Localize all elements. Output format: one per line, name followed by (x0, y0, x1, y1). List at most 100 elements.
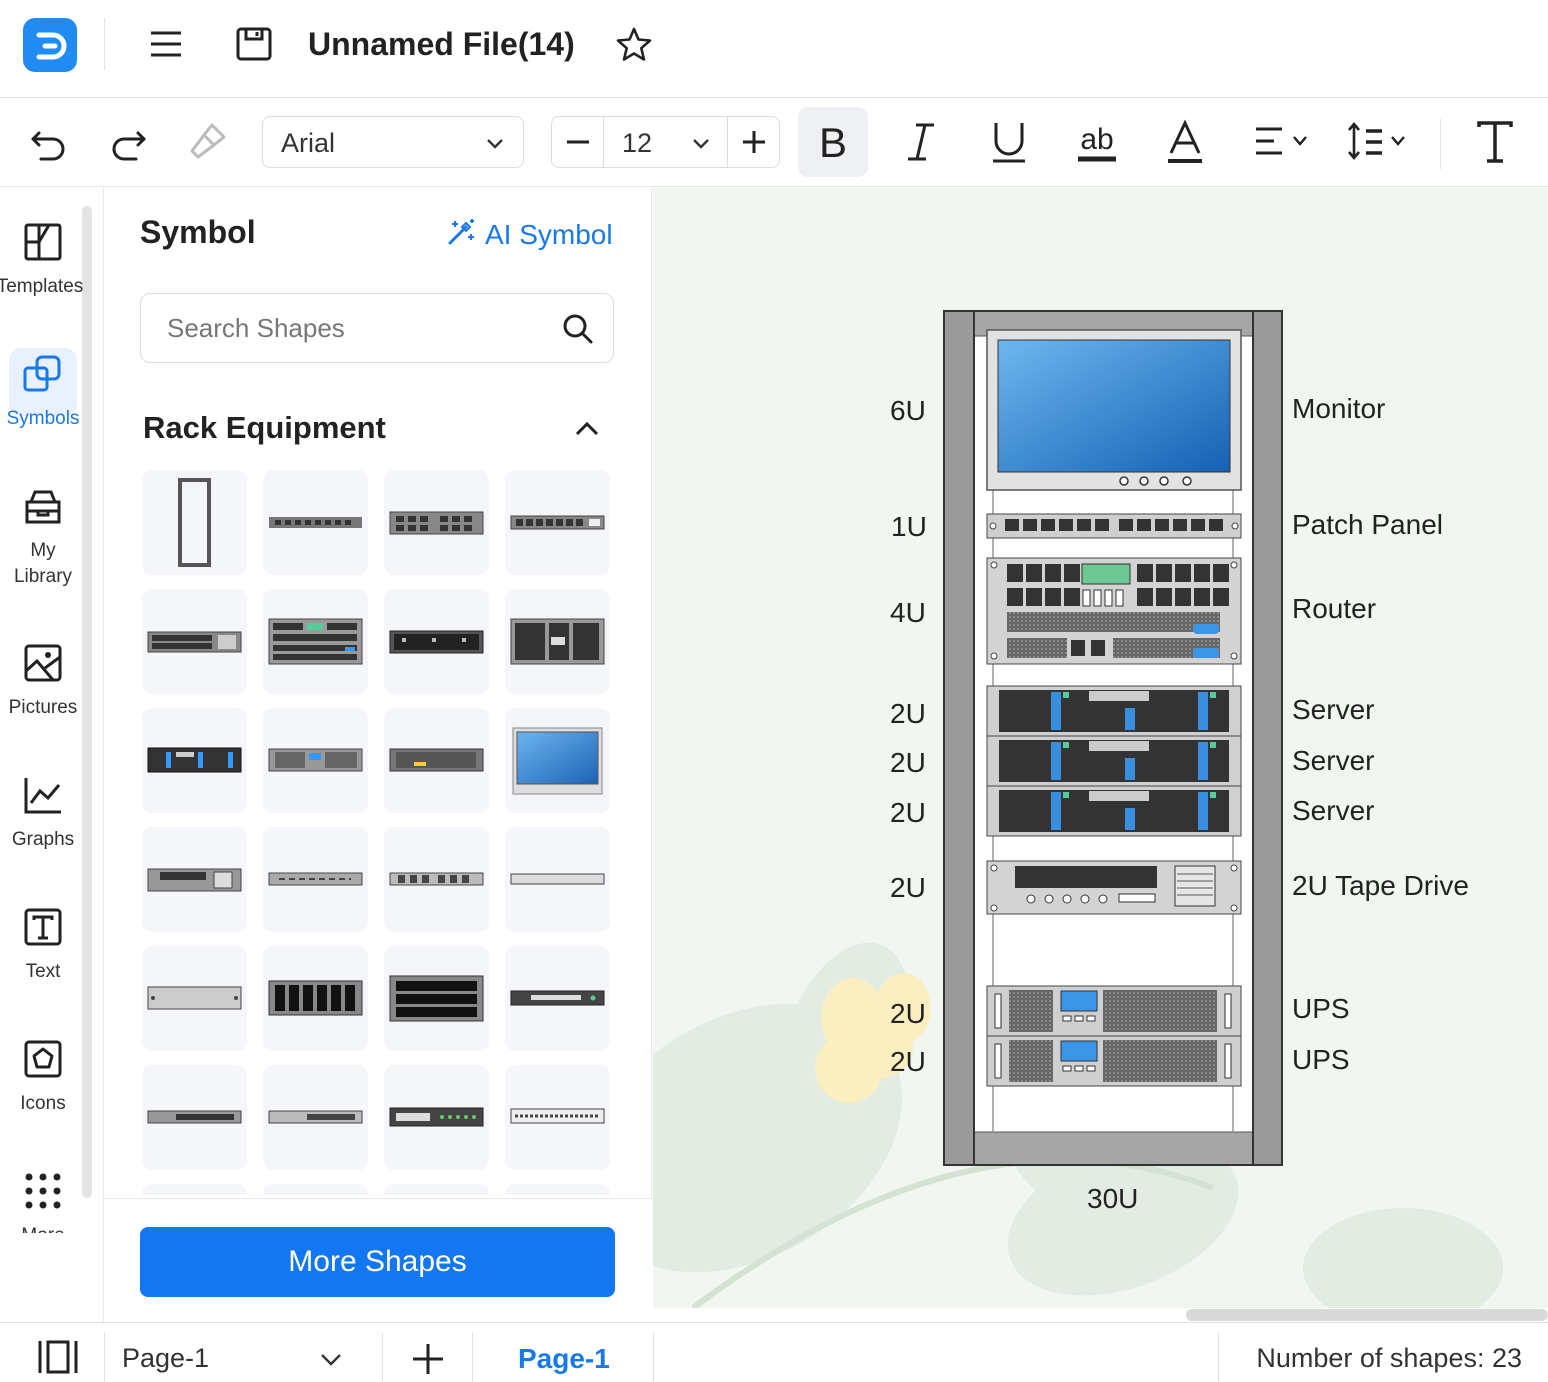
shape-tile-blank-1u[interactable] (263, 827, 368, 932)
italic-icon[interactable] (898, 117, 944, 167)
unit-label[interactable]: 2U (890, 698, 926, 730)
shape-tile-ups-small[interactable] (263, 708, 368, 813)
page-tab-active[interactable]: Page-1 (518, 1343, 610, 1375)
more-shapes-button[interactable]: More Shapes (140, 1227, 615, 1297)
server-shape-1[interactable] (986, 685, 1242, 737)
rail-item-symbols[interactable]: Symbols (0, 348, 86, 432)
shape-tile-small-switch[interactable] (505, 946, 610, 1051)
search-input[interactable] (167, 310, 547, 346)
shape-tile-router[interactable] (263, 589, 368, 694)
shape-tile-chassis[interactable] (505, 589, 610, 694)
shape-tile-cable-manager[interactable] (505, 1065, 610, 1170)
equipment-label[interactable]: Router (1292, 593, 1376, 625)
router-shape[interactable] (986, 557, 1242, 665)
app-logo[interactable] (23, 18, 77, 72)
equipment-label[interactable]: Monitor (1292, 393, 1385, 425)
chevron-down-icon[interactable] (318, 1347, 344, 1371)
file-title[interactable]: Unnamed File(14) (308, 26, 575, 63)
unit-label[interactable]: 2U (890, 797, 926, 829)
horizontal-scrollbar[interactable] (1186, 1309, 1548, 1321)
tape-drive-shape[interactable] (986, 860, 1242, 915)
format-painter-icon[interactable] (186, 119, 230, 163)
shape-tile-switch[interactable] (384, 470, 489, 575)
add-page-icon[interactable] (408, 1339, 448, 1379)
rack-diagram[interactable] (653, 188, 1548, 1308)
shape-tile-drawer[interactable] (384, 946, 489, 1051)
unit-label[interactable]: 2U (890, 747, 926, 779)
ups-shape-2[interactable] (986, 1035, 1242, 1087)
equipment-label[interactable]: Server (1292, 745, 1374, 777)
unit-label[interactable]: 2U (890, 872, 926, 904)
underline-icon[interactable] (986, 117, 1032, 167)
shape-tile-tape-drive[interactable] (142, 827, 247, 932)
server-shape-3[interactable] (986, 785, 1242, 837)
chevron-down-icon[interactable] (689, 131, 713, 155)
strikethrough-icon[interactable]: ab (1074, 117, 1120, 167)
shape-tile-vent-panel[interactable] (263, 946, 368, 1051)
shape-tile-hub-2[interactable] (263, 1065, 368, 1170)
rail-item-more[interactable]: More (0, 1169, 86, 1233)
shape-tile-switch-48[interactable] (142, 589, 247, 694)
unit-label[interactable]: 2U (890, 998, 926, 1030)
unit-label[interactable]: 2U (890, 1046, 926, 1078)
symbol-panel: Symbol AI Symbol Rack Equipment (105, 188, 652, 1322)
shape-tile-keystone-panel[interactable] (384, 827, 489, 932)
ups-shape-1[interactable] (986, 985, 1242, 1037)
menu-icon[interactable] (148, 26, 184, 62)
monitor-shape[interactable] (986, 329, 1242, 491)
align-icon[interactable] (1252, 117, 1318, 167)
server-shape-2[interactable] (986, 735, 1242, 787)
search-icon[interactable] (561, 312, 595, 346)
rail-item-graphs[interactable]: Graphs (0, 773, 86, 853)
chevron-up-icon[interactable] (571, 414, 603, 446)
shape-tile-switch-leds[interactable] (384, 1065, 489, 1170)
rail-item-pictures[interactable]: Pictures (0, 641, 86, 721)
equipment-label[interactable]: Server (1292, 694, 1374, 726)
drawing-canvas[interactable]: 6U 1U 4U 2U 2U 2U 2U 2U 2U Monitor Patch… (653, 188, 1548, 1308)
patch-panel-shape[interactable] (986, 513, 1242, 539)
page-panel-icon[interactable] (36, 1337, 80, 1377)
rack-size-label[interactable]: 30U (1087, 1183, 1138, 1215)
unit-label[interactable]: 6U (890, 395, 926, 427)
equipment-label[interactable]: UPS (1292, 1044, 1350, 1076)
line-spacing-icon[interactable] (1346, 117, 1416, 167)
star-icon[interactable] (613, 24, 655, 66)
shape-tile-partial[interactable] (384, 1184, 489, 1195)
font-color-icon[interactable] (1162, 117, 1208, 167)
shape-tile-server-blue[interactable] (142, 708, 247, 813)
shape-tile-partial[interactable] (142, 1184, 247, 1195)
increase-font-size-button[interactable] (727, 117, 779, 167)
save-icon[interactable] (234, 24, 274, 64)
equipment-label[interactable]: UPS (1292, 993, 1350, 1025)
shape-tile-hub[interactable] (142, 1065, 247, 1170)
font-family-select[interactable]: Arial (262, 116, 524, 168)
shape-tile-monitor[interactable] (505, 708, 610, 813)
unit-label[interactable]: 4U (890, 597, 926, 629)
redo-icon[interactable] (106, 119, 150, 163)
equipment-label[interactable]: 2U Tape Drive (1292, 870, 1469, 902)
shape-tile-blank-2u[interactable] (142, 946, 247, 1051)
font-size-value[interactable]: 12 (622, 128, 652, 159)
rail-item-text[interactable]: Text (0, 905, 86, 985)
unit-label[interactable]: 1U (891, 511, 927, 543)
category-title[interactable]: Rack Equipment (143, 410, 386, 446)
shape-tile-shelf[interactable] (505, 827, 610, 932)
shape-tile-server-1u[interactable] (384, 589, 489, 694)
shape-tile-storage[interactable] (384, 708, 489, 813)
rail-item-icons[interactable]: Icons (0, 1037, 86, 1117)
shape-tile-patch-panel-2[interactable] (505, 470, 610, 575)
rail-item-my-library[interactable]: My Library (0, 484, 86, 590)
decrease-font-size-button[interactable] (552, 117, 604, 167)
ai-symbol-button[interactable]: AI Symbol (445, 216, 613, 251)
equipment-label[interactable]: Server (1292, 795, 1374, 827)
shape-tile-patch-panel[interactable] (263, 470, 368, 575)
rail-item-templates[interactable]: Templates (0, 220, 86, 300)
shape-tile-partial[interactable] (263, 1184, 368, 1195)
shape-tile-rack-frame[interactable] (142, 470, 247, 575)
equipment-label[interactable]: Patch Panel (1292, 509, 1443, 541)
text-tool-icon[interactable] (1472, 117, 1518, 167)
bold-button[interactable]: B (798, 107, 868, 177)
page-select[interactable]: Page-1 (122, 1343, 209, 1374)
undo-icon[interactable] (27, 119, 71, 163)
shape-tile-partial[interactable] (505, 1184, 610, 1195)
